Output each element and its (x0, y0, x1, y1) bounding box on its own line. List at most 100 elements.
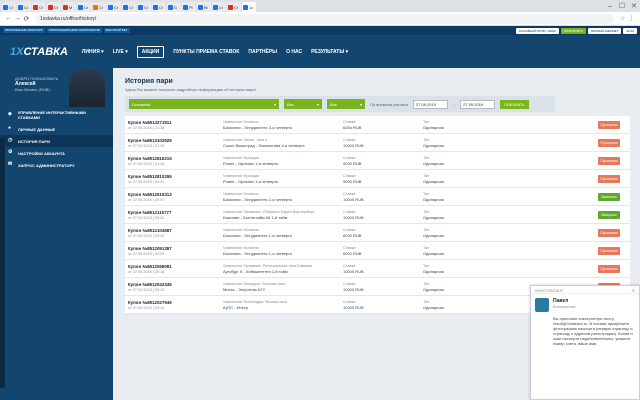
stake-value: 9000 RUB (343, 178, 362, 184)
date-to-input[interactable]: 27.09.2019 (460, 99, 496, 109)
menu-points[interactable]: ПУНКТЫ ПРИЕМА СТАВОК (173, 49, 239, 55)
type-label: Тип (423, 155, 430, 160)
quick-bet-link[interactable]: БЫСТРЫЙ БЕТ (103, 28, 130, 33)
browser-tab[interactable]: Cr (17, 2, 31, 12)
chat-widget[interactable]: КОНСУЛЬТАНТ ✕ Павел Консультант Вы присла… (530, 285, 640, 400)
star-icon[interactable]: ☆ (618, 15, 627, 22)
coupon-date: от 27.09.2019 | 21:38 (128, 125, 165, 130)
table-row[interactable]: Купон №8513102929 от 27.09.2019 | 21:04 Че… (125, 134, 630, 152)
stake-label: Ставка (343, 245, 356, 250)
match: КуПС - Интер (223, 304, 248, 310)
table-row[interactable]: Купон №8512515313 от 27.09.2019 | 20:47 Че… (125, 188, 630, 206)
app-windows-link[interactable]: ПРИЛОЖЕНИЕ WINDOWS (3, 28, 45, 33)
coupon-id: Купон №8512515313 (128, 191, 172, 197)
table-row[interactable]: Купон №8513271911 от 27.09.2019 | 21:38 Че… (125, 116, 630, 134)
status-select[interactable]: Все ▾ (327, 99, 365, 109)
match: Бакснанг - Бьетигхайм 08 1-й тайм (223, 214, 288, 220)
history-icon: ◷ (8, 137, 13, 143)
league: Чемпионат Испании (223, 227, 259, 232)
type-label: Тип (423, 209, 430, 214)
type-value: Одинарная (423, 304, 444, 310)
stake-label: Ставка (343, 263, 356, 268)
deposit-button[interactable]: ПОПОЛНИТЬ (560, 27, 586, 34)
browser-tab[interactable]: Cr (122, 2, 136, 12)
close-window-icon[interactable]: ✕ (628, 2, 640, 10)
table-row[interactable]: Купон №8512816215 от 27.09.2019 | 21:04 Че… (125, 152, 630, 170)
browser-tab[interactable]: Cr (152, 2, 166, 12)
tab-favicon-icon (33, 4, 38, 10)
maximize-icon[interactable]: ☐ (616, 2, 628, 10)
browser-tab[interactable]: Cr (2, 2, 16, 12)
minimize-icon[interactable]: – (604, 3, 616, 10)
back-icon[interactable]: ← (4, 15, 13, 22)
status-badge: Проиграно (598, 139, 620, 147)
date-from-input[interactable]: 27.09.2019 (412, 99, 448, 109)
browser-tab[interactable]: Cr (47, 2, 61, 12)
match: Минск - Энергетик БГУ (223, 286, 266, 292)
browser-tab[interactable]: Cr (77, 2, 91, 12)
browser-tab[interactable]: Cr (107, 2, 121, 12)
forward-icon[interactable]: → (13, 15, 22, 22)
table-row[interactable]: Купон №8512810295 от 27.09.2019 | 21:01 Че… (125, 170, 630, 188)
sidebar-item-personal[interactable]: ● ЛИЧНЫЕ ДАННЫЕ (0, 123, 113, 135)
close-icon[interactable]: ✕ (632, 288, 635, 293)
table-row[interactable]: Купон №8512068091 от 27.09.2019 | 20:18 Че… (125, 260, 630, 278)
browser-tab[interactable]: Cr (227, 2, 241, 12)
browser-tab[interactable]: Cr (212, 2, 226, 12)
tab-favicon-icon (153, 4, 158, 10)
status-badge: Проиграно (598, 265, 620, 273)
coupon-id: Купон №8513102929 (128, 137, 172, 143)
page-subtitle: Здесь Вы можете получить подробную инфор… (125, 87, 256, 92)
menu-results[interactable]: РЕЗУЛЬТАТЫ ▾ (311, 49, 348, 55)
tab-favicon-icon (93, 4, 98, 10)
table-row[interactable]: Купон №8512091387 от 27.09.2019 | 20:20 Че… (125, 242, 630, 260)
url-input[interactable]: 1xstavka.ru/office/history/ (35, 13, 614, 24)
browser-tab[interactable]: G (167, 2, 181, 12)
browser-tab[interactable]: Cr (32, 2, 46, 12)
menu-about[interactable]: О НАС (286, 49, 302, 55)
account-button[interactable]: ЛИЧНЫЙ КАБИНЕТ (587, 27, 622, 34)
sidebar-item-history[interactable]: ◷ ИСТОРИЯ ПАРИ (0, 135, 113, 147)
account-select[interactable]: Основной ▾ (129, 99, 279, 109)
balance-pill[interactable]: ОСНОВНОЙ (RUB): 10000 (515, 27, 559, 34)
tab-label: 1x (249, 4, 254, 10)
logo[interactable]: 1XСТАВКА (10, 46, 68, 58)
type-value: Одинарная (423, 196, 444, 202)
sidebar-item-settings[interactable]: ⚙ НАСТРОЙКИ АККАУНТА (0, 147, 113, 159)
tab-favicon-icon (108, 4, 113, 10)
stake-label: Ставка (343, 281, 356, 286)
tab-label: Cr (234, 4, 239, 10)
menu-live[interactable]: LIVE ▾ (113, 49, 128, 55)
menu-dots-icon[interactable]: ⋮ (627, 15, 636, 22)
coupon-date: от 27.09.2019 | 20:22 (128, 215, 165, 220)
by-time-checkbox-label[interactable]: По времени расчета (370, 102, 408, 107)
type-select[interactable]: Все ▾ (284, 99, 322, 109)
coupon-id: Купон №8512816215 (128, 155, 172, 161)
coupon-date: от 27.09.2019 | 20:12 (128, 305, 165, 310)
menu-partners[interactable]: ПАРТНЁРЫ (248, 49, 277, 55)
browser-tab[interactable]: M (62, 2, 76, 12)
table-row[interactable]: Купон №8512104687 от 27.09.2019 | 20:22 Че… (125, 224, 630, 242)
browser-tab[interactable]: Cr (92, 2, 106, 12)
reload-icon[interactable]: ⟳ (22, 15, 31, 23)
browser-tab[interactable]: Bi (197, 2, 211, 12)
browser-tab[interactable]: 1x (242, 2, 256, 12)
browser-tab[interactable]: Cr (137, 2, 151, 12)
type-value: Одинарная (423, 160, 444, 166)
menu-line[interactable]: ЛИНИЯ ▾ (82, 49, 104, 55)
sidebar-item-interactive[interactable]: ◈ УПРАВЛЕНИЕ ИНТЕРАКТИВНЫМИ СТАВКАМИ (0, 107, 113, 123)
history-content: История пари Здесь Вы можете получить по… (113, 68, 640, 400)
stake-value: 10000 RUB (343, 286, 364, 292)
coupon-date: от 27.09.2019 | 20:18 (128, 269, 165, 274)
type-label: Тип (423, 281, 430, 286)
stake-label: Ставка (343, 191, 356, 196)
menu-promo[interactable]: АКЦИИ (136, 45, 165, 58)
sidebar-item-admin[interactable]: ✉ ЗАПРОС АДМИНИСТРАТОРУ (0, 159, 113, 171)
browser-tab[interactable]: Pl (182, 2, 196, 12)
coupon-id: Купон №8512104687 (128, 227, 172, 233)
app-smartphone-link[interactable]: ПРИЛОЖЕНИЯ ДЛЯ СМАРТФОНОВ (46, 28, 102, 33)
chevron-down-icon: ▾ (316, 101, 319, 107)
table-row[interactable]: Купон №8512115777 от 27.09.2019 | 20:22 Че… (125, 206, 630, 224)
browser-tab-strip: Cr Cr Cr Cr M Cr Cr Cr Cr Cr Cr G Pl Bi Cr Cr 1x – ☐ ✕ (0, 0, 640, 12)
show-button[interactable]: ПОКАЗАТЬ (500, 99, 529, 109)
